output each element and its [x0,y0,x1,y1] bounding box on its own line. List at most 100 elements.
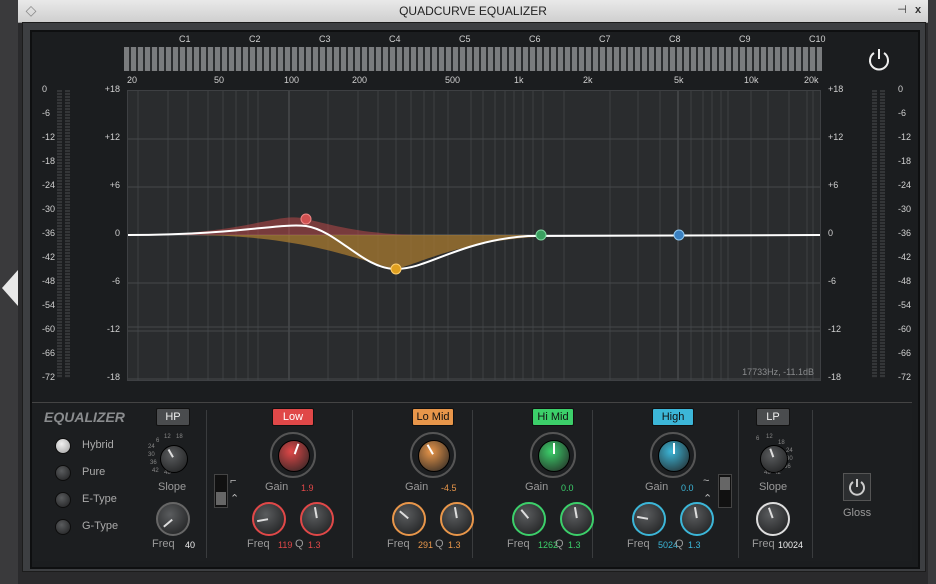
himid-q-label: Q [555,538,564,550]
mode-radio-hybrid[interactable] [55,438,71,454]
high-band-button[interactable]: High [652,408,694,426]
close-icon[interactable]: x [911,3,925,17]
mode-radio-pure[interactable] [55,465,71,481]
lomid-node[interactable] [390,263,402,275]
low-node[interactable] [300,213,312,225]
gloss-button[interactable] [843,473,871,501]
power-icon[interactable] [866,46,892,72]
knob-indicator [313,507,318,519]
host-right-strip [928,0,936,584]
freq-label: 500 [445,75,461,85]
db-label: 0 [114,228,120,238]
lomid-band-button[interactable]: Lo Mid [412,408,454,426]
hp-freq-value: 40 [185,540,196,550]
note-label: C10 [809,34,826,44]
db-label: +12 [828,132,844,142]
db-scale-left: +18 +12 +6 0 -6 -12 -18 [92,84,122,384]
high-shelf-toggle[interactable] [718,474,732,508]
high-q-label: Q [675,538,684,550]
mode-radio-g-type[interactable] [55,519,71,535]
lp-freq-knob[interactable] [756,502,790,536]
gloss-label: Gloss [843,507,872,519]
meter-label: -60 [898,324,912,334]
meter-label: -54 [42,300,56,310]
lomid-gain-knob[interactable] [418,440,450,472]
himid-node[interactable] [535,229,547,241]
db-label: -12 [828,324,842,334]
slope-tick: 36 [150,460,157,466]
knob-indicator [293,443,300,455]
hp-freq-knob[interactable] [156,502,190,536]
eq-graph[interactable]: 17733Hz, -11.1dB [127,90,821,381]
freq-label: 2k [583,75,593,85]
meter-label: -18 [898,156,912,166]
meter-label: -42 [898,252,912,262]
knob-indicator [257,518,269,523]
knob-indicator [673,443,675,454]
meter-label: -24 [898,180,912,190]
pin-icon[interactable]: ⊣ [895,3,909,17]
himid-band-button[interactable]: Hi Mid [532,408,574,426]
note-label: C8 [669,34,681,44]
low-q-knob[interactable] [300,502,334,536]
hp-button[interactable]: HP [156,408,190,426]
himid-gain-knob[interactable] [538,440,570,472]
low-shelf-toggle[interactable] [214,474,228,508]
slope-tick: 12 [766,434,773,440]
freq-label: 100 [284,75,300,85]
db-label: -12 [106,324,120,334]
slope-tick: 18 [176,434,183,440]
note-label: C4 [389,34,401,44]
note-label: C5 [459,34,471,44]
knob-indicator [520,509,530,519]
lp-slope-knob[interactable] [760,445,788,473]
hp-freq-label: Freq [152,538,175,550]
high-gain-knob[interactable] [658,440,690,472]
meter-label: 0 [42,84,48,94]
meter-label: -24 [42,180,56,190]
mode-radio-e-type[interactable] [55,492,71,508]
lp-button[interactable]: LP [756,408,790,426]
slope-tick: 12 [164,434,171,440]
knob-indicator [693,507,698,519]
mode-label: Pure [82,466,106,478]
piano-keyboard[interactable] [124,47,822,71]
note-label: C3 [319,34,331,44]
low-gain-knob[interactable] [278,440,310,472]
lomid-freq-value: 291 [418,540,434,550]
meter-label: -72 [42,372,56,382]
slope-tick: 30 [148,452,155,458]
divider [738,410,739,558]
low-band-button[interactable]: Low [272,408,314,426]
hp-slope-knob[interactable] [160,445,188,473]
meter-label: -60 [42,324,56,334]
peak-icon: ⌃ [230,493,240,505]
note-label: C7 [599,34,611,44]
meter-label: -36 [42,228,56,238]
frequency-labels: 20 50 100 200 500 1k 2k 5k 10k 20k [124,75,822,85]
lp-freq-label: Freq [752,538,775,550]
lomid-q-knob[interactable] [440,502,474,536]
hp-slope-label: Slope [158,481,187,493]
meter-label: -48 [42,276,56,286]
high-q-knob[interactable] [680,502,714,536]
low-freq-knob[interactable] [252,502,286,536]
title-bar: ◇ QUADCURVE EQUALIZER ⊣ x [18,0,928,23]
high-freq-label: Freq [627,538,650,550]
collapse-arrow-icon[interactable] [2,270,18,306]
divider [206,410,207,558]
high-node[interactable] [673,229,685,241]
high-freq-knob[interactable] [632,502,666,536]
himid-freq-knob[interactable] [512,502,546,536]
input-meter-right [65,90,70,378]
db-label: +6 [828,180,839,190]
lomid-freq-knob[interactable] [392,502,426,536]
shelf-icon: ~ [703,475,710,487]
db-label: -18 [828,372,842,382]
db-scale-right: +18 +12 +6 0 -6 -12 -18 [826,84,856,384]
himid-gain-value: 0.0 [561,483,574,493]
himid-q-knob[interactable] [560,502,594,536]
meter-label: -72 [898,372,912,382]
divider [812,410,813,558]
db-label: -18 [106,372,120,382]
